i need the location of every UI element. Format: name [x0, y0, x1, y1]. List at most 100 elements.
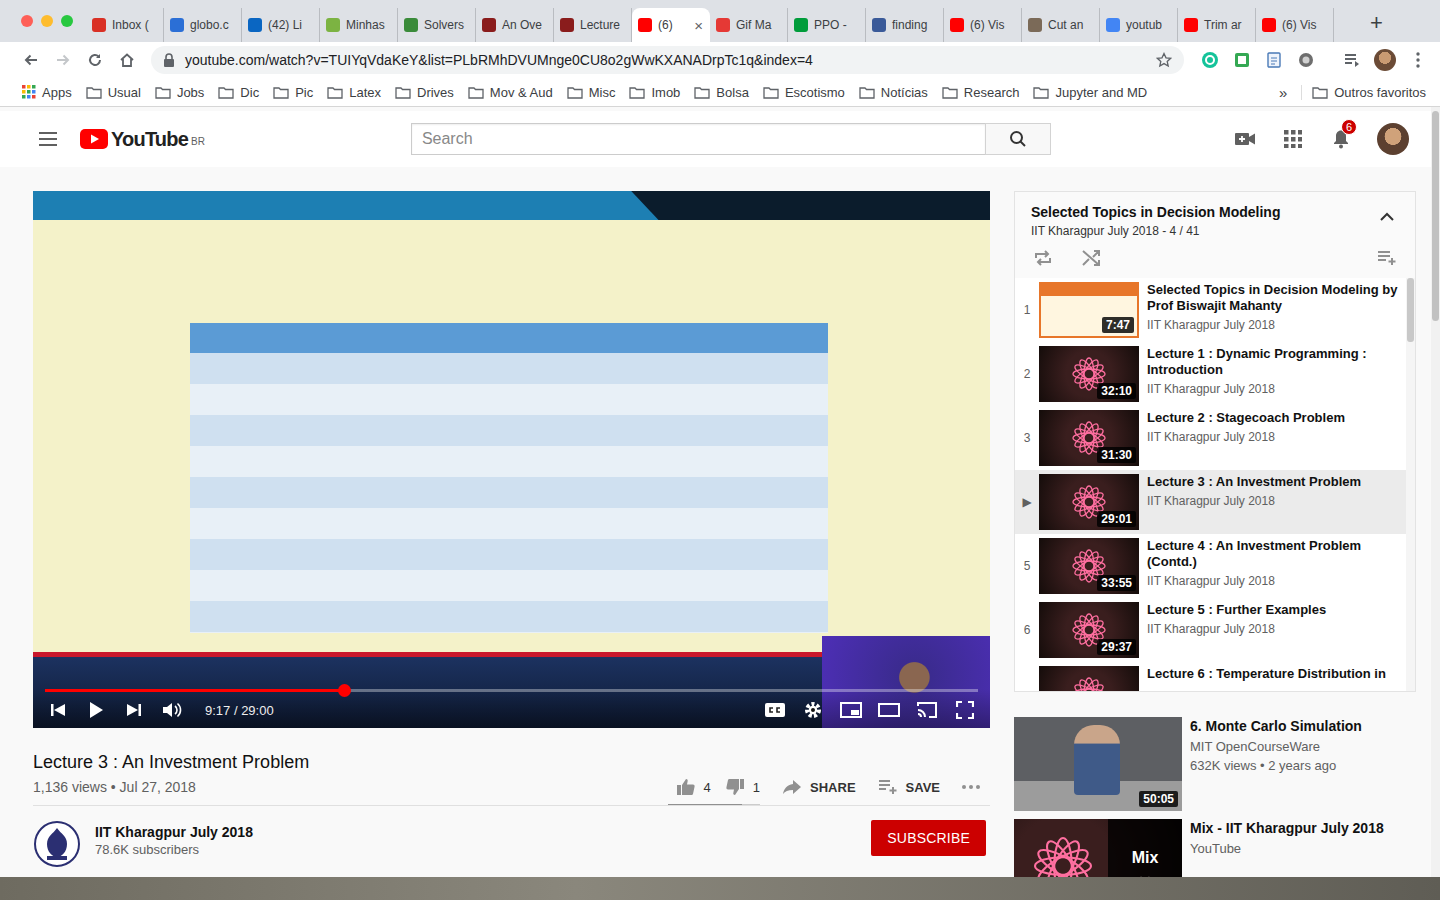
video-player[interactable]: 9:17 / 29:00	[33, 191, 990, 728]
bookmark-item[interactable]: Mov & Aud	[468, 85, 553, 100]
grammarly-extension-icon[interactable]	[1196, 46, 1224, 74]
playlist-title[interactable]: Selected Topics in Decision Modeling	[1031, 204, 1280, 220]
browser-tab[interactable]: Inbox (	[86, 8, 164, 42]
fullscreen-icon[interactable]	[952, 697, 978, 723]
apps-grid-icon[interactable]	[1281, 127, 1305, 151]
browser-tab[interactable]: An Ove	[476, 8, 554, 42]
loop-icon[interactable]	[1031, 246, 1055, 270]
browser-tab[interactable]: (42) Li	[242, 8, 320, 42]
save-button[interactable]: SAVE	[878, 779, 940, 795]
add-to-queue-icon[interactable]	[1375, 246, 1399, 270]
bookmark-item[interactable]: Apps	[22, 85, 72, 100]
playlist-item[interactable]: Lecture 6 : Temperature Distribution in	[1015, 662, 1406, 691]
subscribe-button[interactable]: SUBSCRIBE	[871, 820, 986, 856]
share-button[interactable]: SHARE	[782, 779, 856, 795]
browser-tab[interactable]: (6) Vis	[944, 8, 1022, 42]
shuffle-icon[interactable]	[1079, 246, 1103, 270]
bookmark-item[interactable]: Imob	[629, 85, 680, 100]
profile-avatar[interactable]	[1374, 49, 1396, 71]
zoom-window-button[interactable]	[61, 15, 73, 27]
bookmark-item[interactable]: Research	[942, 85, 1020, 100]
guide-menu-icon[interactable]	[36, 127, 60, 151]
close-window-button[interactable]	[21, 15, 33, 27]
home-button[interactable]	[113, 46, 141, 74]
miniplayer-icon[interactable]	[838, 697, 864, 723]
playlist-item[interactable]: 1 7:47 Selected Topics in Decision Model…	[1015, 278, 1406, 342]
search-button[interactable]	[985, 123, 1051, 155]
browser-tab[interactable]: Solvers	[398, 8, 476, 42]
playlist-scrollbar[interactable]	[1406, 278, 1415, 691]
bookmark-item[interactable]: Misc	[567, 85, 616, 100]
search-input[interactable]	[411, 123, 985, 155]
bookmark-star-icon[interactable]	[1156, 52, 1172, 68]
next-video-icon[interactable]	[121, 697, 147, 723]
cast-icon[interactable]	[914, 697, 940, 723]
bookmark-item[interactable]: Notícias	[859, 85, 928, 100]
more-actions-icon[interactable]	[962, 785, 980, 789]
address-bar[interactable]: youtube.com/watch?v=TUIYqVdaKeY&list=PLb…	[151, 46, 1184, 74]
browser-tab[interactable]: finding	[866, 8, 944, 42]
collapse-chevron-icon[interactable]	[1375, 204, 1399, 228]
bookmark-item[interactable]: Jupyter and MD	[1033, 85, 1147, 100]
page-scrollbar[interactable]	[1431, 107, 1440, 877]
playlist-item[interactable]: 3 31:30 Lecture 2 : Stagecoach Problem I…	[1015, 406, 1406, 470]
more-bookmarks-button[interactable]: »	[1279, 84, 1287, 101]
create-video-icon[interactable]	[1233, 127, 1257, 151]
new-tab-button[interactable]: +	[1370, 6, 1383, 36]
document-extension-icon[interactable]	[1260, 46, 1288, 74]
bookmark-item[interactable]: Usual	[86, 85, 141, 100]
browser-tab[interactable]: Gif Ma	[710, 8, 788, 42]
previous-video-icon[interactable]	[45, 697, 71, 723]
bookmark-item[interactable]: Pic	[273, 85, 313, 100]
close-tab-button[interactable]: ×	[694, 17, 703, 34]
back-arrow-icon	[23, 52, 39, 68]
channel-name[interactable]: IIT Kharagpur July 2018	[95, 824, 253, 840]
captions-icon[interactable]	[762, 697, 788, 723]
playlist-index: ▶	[1015, 495, 1039, 509]
channel-flower-logo-icon	[1069, 674, 1109, 691]
play-pause-button[interactable]	[83, 697, 109, 723]
forward-button[interactable]	[49, 46, 77, 74]
browser-tab[interactable]: (6) Vis	[1256, 8, 1334, 42]
bookmark-item[interactable]: Jobs	[155, 85, 204, 100]
browser-tab[interactable]: globo.c	[164, 8, 242, 42]
browser-tab[interactable]: Cut an	[1022, 8, 1100, 42]
like-button[interactable]: 4	[676, 778, 711, 796]
browser-tab[interactable]: youtub	[1100, 8, 1178, 42]
bookmark-item[interactable]: Escotismo	[763, 85, 845, 100]
theater-mode-icon[interactable]	[876, 697, 902, 723]
progress-bar[interactable]	[45, 689, 978, 692]
browser-tab[interactable]: PPO -	[788, 8, 866, 42]
media-queue-icon[interactable]	[1338, 46, 1366, 74]
bookmark-item[interactable]: Drives	[395, 85, 454, 100]
browser-tab[interactable]: (6) ×	[632, 8, 710, 42]
scrubber-handle[interactable]	[338, 684, 351, 697]
channel-logo-icon[interactable]	[33, 820, 81, 868]
settings-gear-icon[interactable]	[800, 697, 826, 723]
youtube-logo[interactable]: YouTube BR	[80, 128, 205, 151]
minimize-window-button[interactable]	[41, 15, 53, 27]
account-avatar[interactable]	[1377, 123, 1409, 155]
browser-tab[interactable]: Minhas	[320, 8, 398, 42]
dislike-button[interactable]: 1	[725, 778, 760, 796]
browser-tab[interactable]: Lecture	[554, 8, 632, 42]
other-bookmarks[interactable]: Outros favoritos	[1301, 85, 1426, 100]
playlist-item[interactable]: 5 33:55 Lecture 4 : An Investment Proble…	[1015, 534, 1406, 598]
add-to-playlist-icon	[878, 779, 898, 795]
browser-tab[interactable]: Trim ar	[1178, 8, 1256, 42]
green-extension-icon[interactable]	[1228, 46, 1256, 74]
reload-button[interactable]	[81, 46, 109, 74]
chrome-menu-icon[interactable]	[1404, 46, 1432, 74]
grey-extension-icon[interactable]	[1292, 46, 1320, 74]
recommended-video[interactable]: Mix Mix - IIT Kharagpur July 2018 YouTub…	[1014, 819, 1416, 877]
back-button[interactable]	[17, 46, 45, 74]
bookmark-item[interactable]: Bolsa	[694, 85, 749, 100]
notifications-button[interactable]: 6	[1329, 127, 1353, 151]
recommended-video[interactable]: 50:05 6. Monte Carlo Simulation MIT Open…	[1014, 717, 1416, 811]
playlist-item[interactable]: 2 32:10 Lecture 1 : Dynamic Programming …	[1015, 342, 1406, 406]
playlist-item[interactable]: 6 29:37 Lecture 5 : Further Examples IIT…	[1015, 598, 1406, 662]
bookmark-item[interactable]: Latex	[327, 85, 381, 100]
volume-icon[interactable]	[159, 697, 185, 723]
playlist-item[interactable]: ▶ 29:01 Lecture 3 : An Investment Proble…	[1015, 470, 1406, 534]
bookmark-item[interactable]: Dic	[218, 85, 259, 100]
